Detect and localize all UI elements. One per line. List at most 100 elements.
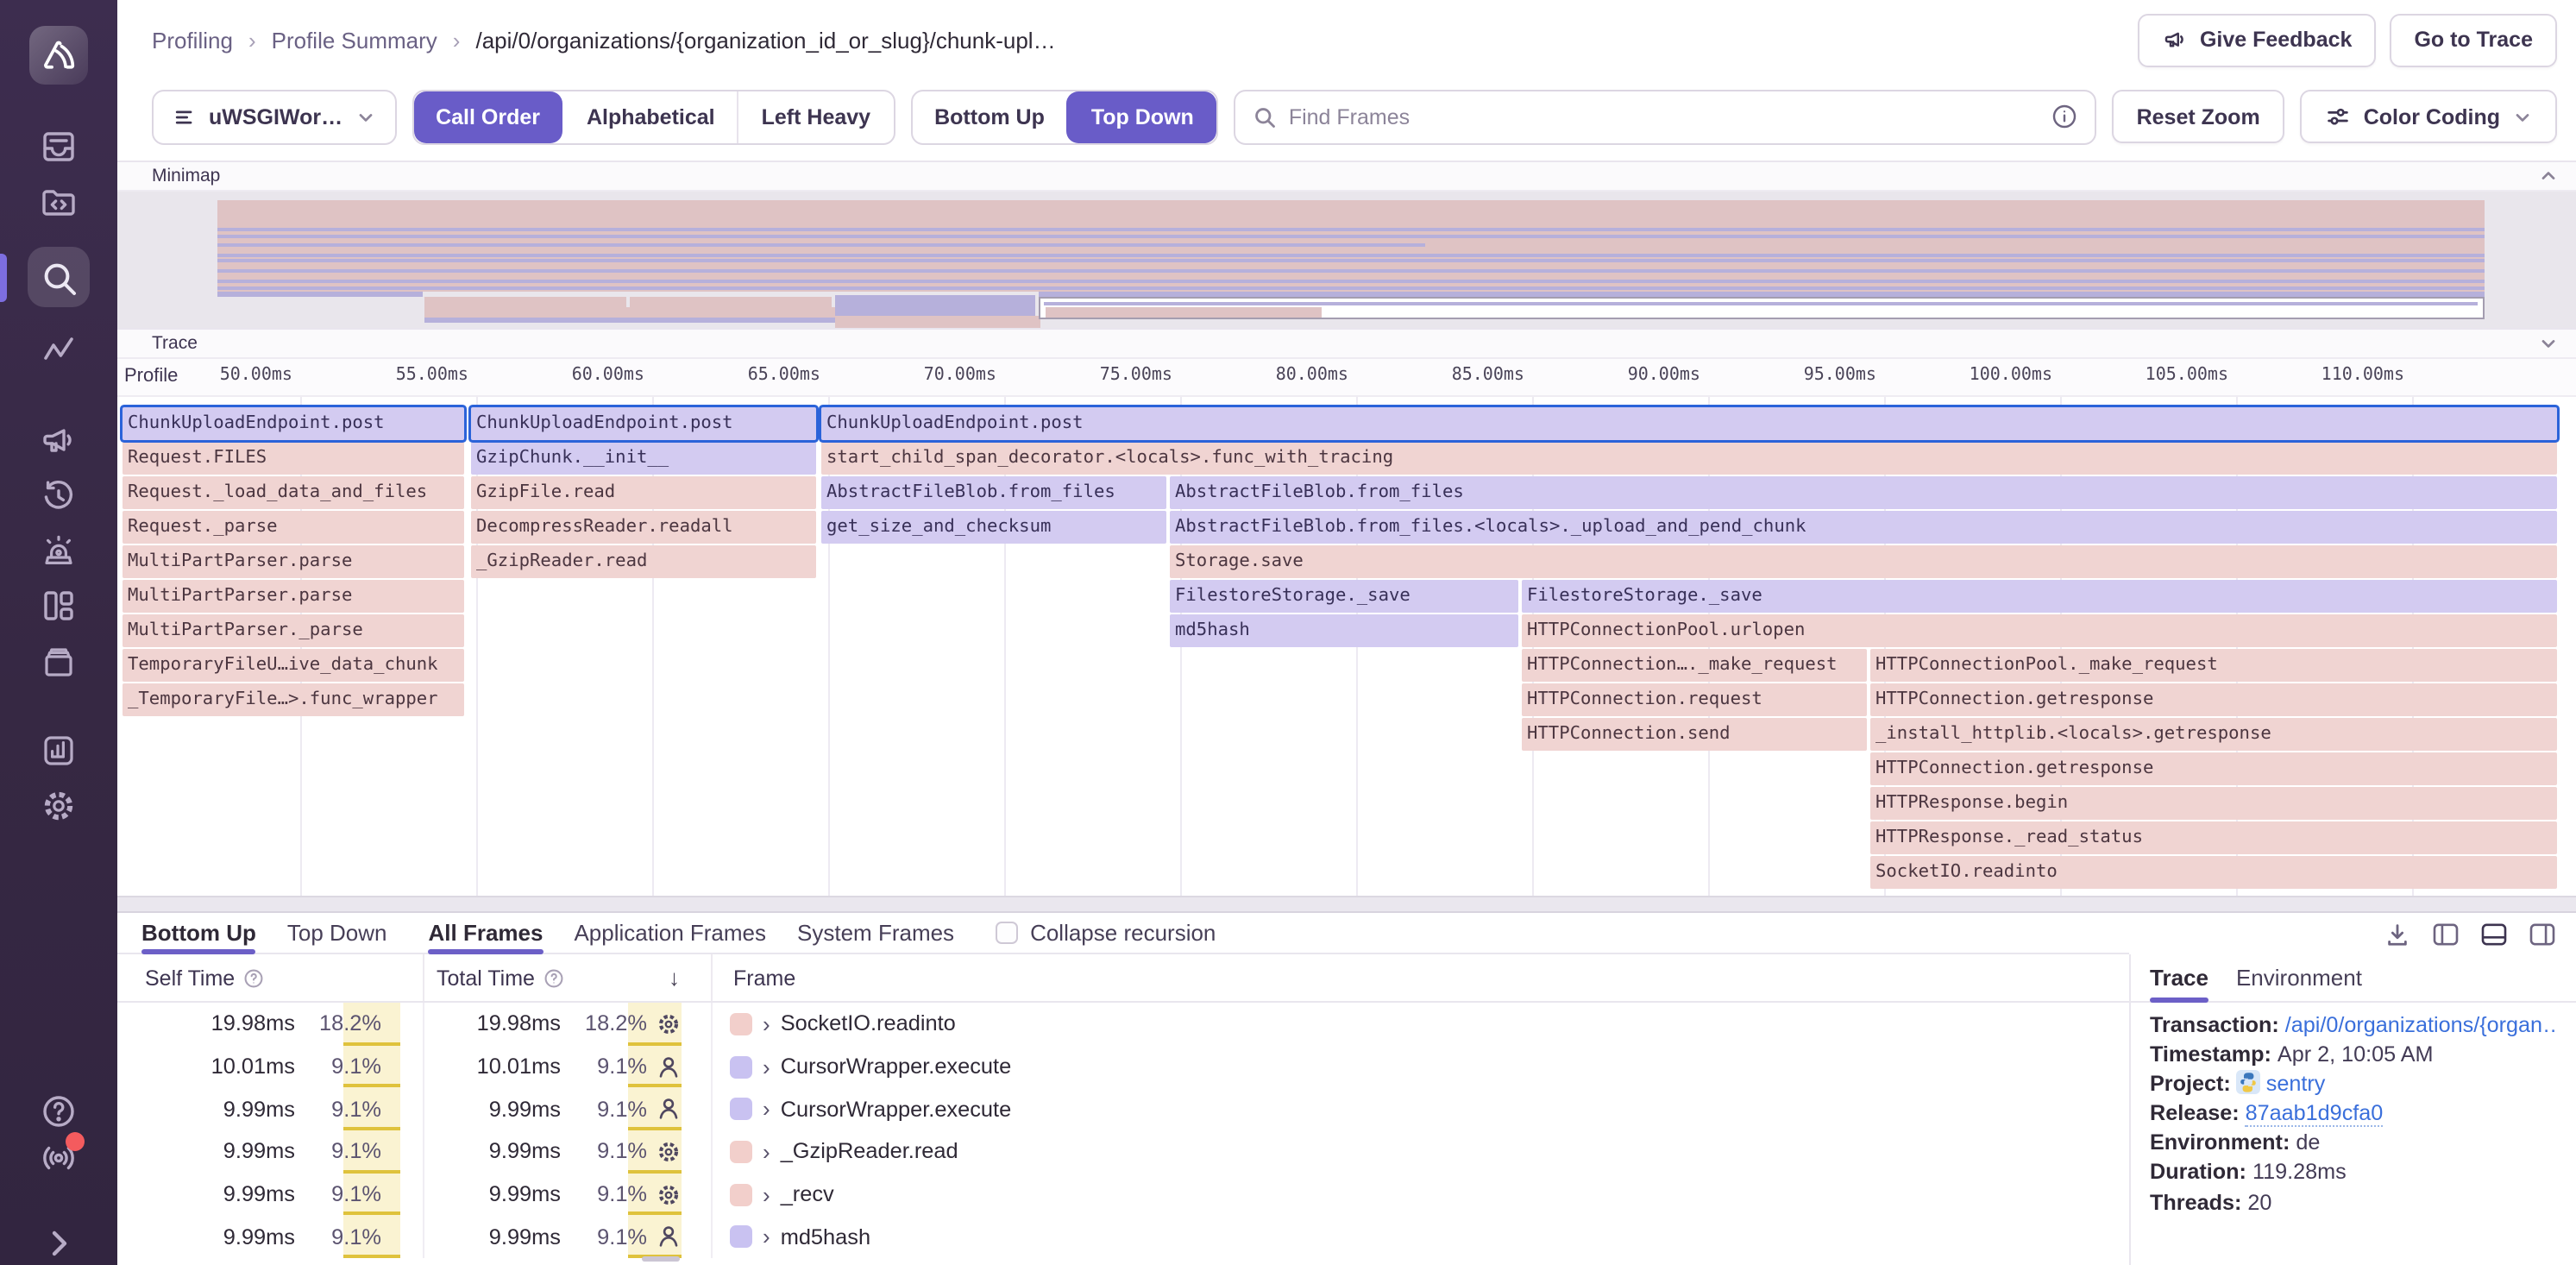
- explore-search-icon[interactable]: [38, 257, 79, 299]
- layout-bottom-panel-icon[interactable]: [2481, 922, 2507, 945]
- flame-frame[interactable]: AbstractFileBlob.from_files.<locals>._up…: [1170, 511, 2557, 543]
- table-row[interactable]: 9.99ms9.1%9.99ms9.1%›_recv: [117, 1174, 2129, 1216]
- tab-trace[interactable]: Trace: [2150, 954, 2208, 1001]
- tab-bottom-up[interactable]: Bottom Up: [141, 913, 256, 953]
- table-row[interactable]: 9.99ms9.1%9.99ms9.1%›_GzipReader.read: [117, 1130, 2129, 1173]
- collapse-recursion-checkbox[interactable]: [996, 922, 1018, 944]
- flame-frame[interactable]: HTTPConnection…._make_request: [1522, 649, 1867, 681]
- dashboards-icon[interactable]: [38, 585, 79, 626]
- flame-frame[interactable]: HTTPConnection.request: [1522, 683, 1867, 715]
- info-icon[interactable]: [2052, 104, 2078, 129]
- crons-archive-icon[interactable]: [38, 642, 79, 683]
- flame-frame[interactable]: AbstractFileBlob.from_files: [821, 476, 1166, 508]
- expand-chevron-icon[interactable]: ›: [763, 1096, 770, 1122]
- flame-frame[interactable]: _install_httplib.<locals>.getresponse: [1870, 718, 2557, 750]
- tab-environment[interactable]: Environment: [2236, 954, 2362, 1001]
- expand-chevron-icon[interactable]: ›: [763, 1224, 770, 1250]
- flame-frame[interactable]: HTTPResponse.begin: [1870, 787, 2557, 819]
- flame-frame[interactable]: MultiPartParser.parse: [123, 580, 464, 612]
- minimap-canvas[interactable]: [117, 192, 2576, 328]
- flame-frame[interactable]: HTTPConnection.getresponse: [1870, 683, 2557, 715]
- flame-frame[interactable]: Request.FILES: [123, 442, 464, 474]
- flame-frame[interactable]: MultiPartParser.parse: [123, 545, 464, 577]
- total-time-column-header[interactable]: Total Time ↓: [423, 954, 713, 1001]
- flame-frame[interactable]: HTTPConnection.getresponse: [1870, 752, 2557, 784]
- metrics-icon[interactable]: [38, 330, 79, 371]
- question-info-icon[interactable]: [243, 967, 264, 988]
- layout-right-panel-icon[interactable]: [2529, 922, 2555, 945]
- collapse-minimap-icon[interactable]: [2538, 166, 2559, 186]
- flame-frame[interactable]: TemporaryFileU…ive_data_chunk: [123, 649, 464, 681]
- time-ruler[interactable]: Profile 50.00ms55.00ms60.00ms65.00ms70.0…: [117, 359, 2576, 397]
- collapse-trace-icon[interactable]: [2538, 333, 2559, 354]
- flame-frame[interactable]: GzipChunk.__init__: [471, 442, 816, 474]
- flame-frame[interactable]: md5hash: [1170, 614, 1518, 646]
- tab-application-frames[interactable]: Application Frames: [574, 913, 766, 953]
- export-download-icon[interactable]: [2384, 921, 2410, 947]
- panel-resizer[interactable]: [117, 896, 2576, 913]
- tab-top-down[interactable]: Top Down: [1067, 91, 1216, 142]
- tab-call-order[interactable]: Call Order: [413, 91, 562, 142]
- table-row[interactable]: 9.99ms9.1%9.99ms9.1%›CursorWrapper.execu…: [117, 1088, 2129, 1130]
- expand-sidebar-icon[interactable]: [38, 1222, 79, 1263]
- self-time-column-header[interactable]: Self Time: [117, 954, 423, 1001]
- flame-frame[interactable]: MultiPartParser._parse: [123, 614, 464, 646]
- flame-frame[interactable]: GzipFile.read: [471, 476, 816, 508]
- flame-frame[interactable]: SocketIO.readinto: [1870, 856, 2557, 888]
- tab-top-down[interactable]: Top Down: [287, 913, 387, 953]
- frame-column-header[interactable]: Frame: [713, 954, 2129, 1001]
- flame-frame[interactable]: Request._parse: [123, 511, 464, 543]
- give-feedback-button[interactable]: Give Feedback: [2138, 13, 2377, 66]
- search-input[interactable]: [1289, 104, 2040, 129]
- sort-descending-icon[interactable]: ↓: [669, 965, 711, 991]
- flamegraph[interactable]: ChunkUploadEndpoint.postChunkUploadEndpo…: [117, 397, 2576, 896]
- flame-frame[interactable]: FilestoreStorage._save: [1170, 580, 1518, 612]
- flame-frame[interactable]: start_child_span_decorator.<locals>.func…: [821, 442, 2557, 474]
- layout-left-panel-icon[interactable]: [2433, 922, 2459, 945]
- flame-frame[interactable]: Request._load_data_and_files: [123, 476, 464, 508]
- detail-value[interactable]: /api/0/organizations/{organ…: [2285, 1013, 2555, 1037]
- tab-system-frames[interactable]: System Frames: [797, 913, 954, 953]
- detail-value[interactable]: 87aab1d9cfa0: [2246, 1102, 2384, 1128]
- flame-frame[interactable]: _GzipReader.read: [471, 545, 816, 577]
- stats-icon[interactable]: [38, 730, 79, 771]
- flame-frame[interactable]: ChunkUploadEndpoint.post: [821, 407, 2557, 439]
- alerts-siren-icon[interactable]: [38, 532, 79, 573]
- flame-frame[interactable]: FilestoreStorage._save: [1522, 580, 2557, 612]
- sentry-logo-icon[interactable]: [29, 26, 88, 85]
- expand-chevron-icon[interactable]: ›: [763, 1181, 770, 1207]
- flame-frame[interactable]: get_size_and_checksum: [821, 511, 1166, 543]
- flame-frame[interactable]: DecompressReader.readall: [471, 511, 816, 543]
- breadcrumb-profile-summary[interactable]: Profile Summary: [272, 27, 437, 53]
- flame-frame[interactable]: HTTPResponse._read_status: [1870, 821, 2557, 853]
- table-row[interactable]: 10.01ms9.1%10.01ms9.1%›CursorWrapper.exe…: [117, 1045, 2129, 1087]
- flame-frame[interactable]: Storage.save: [1170, 545, 2557, 577]
- color-coding-button[interactable]: Color Coding: [2300, 90, 2557, 143]
- flame-frame[interactable]: ChunkUploadEndpoint.post: [123, 407, 464, 439]
- flame-frame[interactable]: ChunkUploadEndpoint.post: [471, 407, 816, 439]
- releases-clock-icon[interactable]: [38, 476, 79, 518]
- projects-icon[interactable]: [38, 181, 79, 223]
- tab-bottom-up[interactable]: Bottom Up: [912, 91, 1067, 142]
- expand-chevron-icon[interactable]: ›: [763, 1139, 770, 1165]
- flame-frame[interactable]: _TemporaryFile…>.func_wrapper: [123, 683, 464, 715]
- flame-frame[interactable]: HTTPConnectionPool.urlopen: [1522, 614, 2557, 646]
- reset-zoom-button[interactable]: Reset Zoom: [2113, 90, 2284, 143]
- go-to-trace-button[interactable]: Go to Trace: [2390, 13, 2557, 66]
- horizontal-scrollbar-thumb[interactable]: [642, 1256, 680, 1262]
- help-icon[interactable]: [38, 1091, 79, 1132]
- issues-icon[interactable]: [38, 126, 79, 167]
- table-row[interactable]: 19.98ms18.2%19.98ms18.2%›SocketIO.readin…: [117, 1003, 2129, 1045]
- settings-gear-icon[interactable]: [38, 785, 79, 827]
- tab-all-frames[interactable]: All Frames: [429, 913, 543, 953]
- thread-selector[interactable]: uWSGIWor…: [152, 89, 396, 144]
- flame-frame[interactable]: HTTPConnectionPool._make_request: [1870, 649, 2557, 681]
- breadcrumb-profiling[interactable]: Profiling: [152, 27, 233, 53]
- feedback-megaphone-icon[interactable]: [38, 421, 79, 463]
- table-row[interactable]: 9.99ms9.1%9.99ms9.1%›md5hash: [117, 1216, 2129, 1258]
- flame-frame[interactable]: AbstractFileBlob.from_files: [1170, 476, 2557, 508]
- collapse-recursion-toggle[interactable]: Collapse recursion: [996, 920, 1216, 946]
- expand-chevron-icon[interactable]: ›: [763, 1011, 770, 1037]
- flame-frame[interactable]: HTTPConnection.send: [1522, 718, 1867, 750]
- detail-value[interactable]: sentry: [2266, 1072, 2326, 1096]
